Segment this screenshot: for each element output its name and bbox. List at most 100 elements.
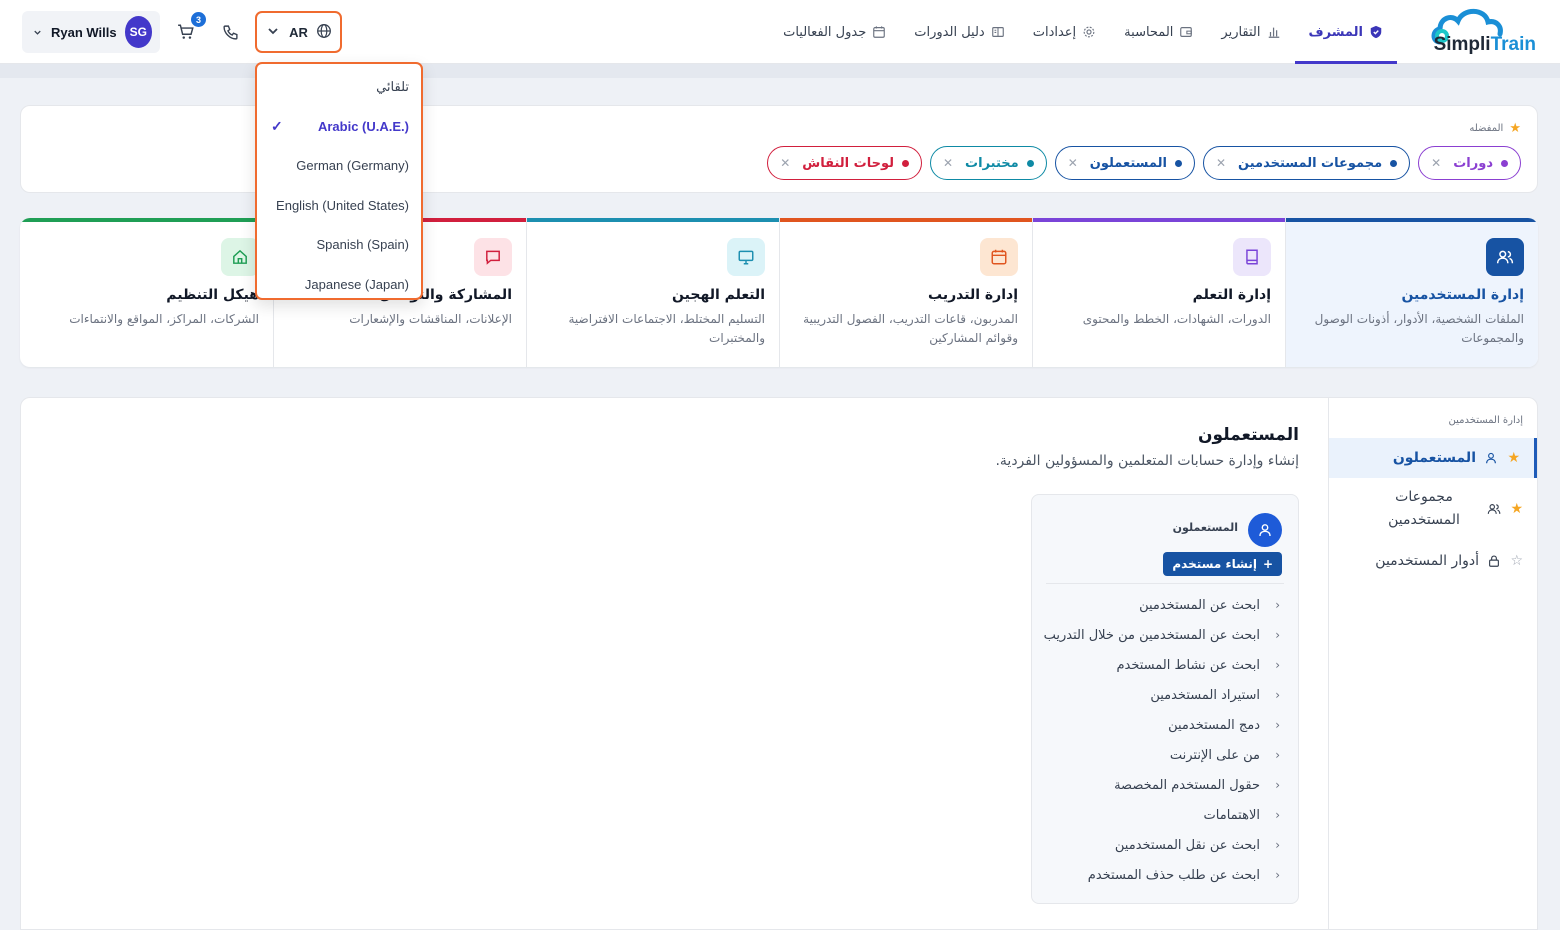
sidebar-item-user-groups[interactable]: ★ مجموعات المستخدمين: [1329, 484, 1537, 534]
chat-icon: [474, 238, 512, 276]
nav-reports[interactable]: التقارير: [1207, 0, 1294, 64]
lang-option-label: Spanish (Spain): [316, 237, 410, 253]
link-find-user-deletion-requests[interactable]: ‹ ابحث عن طلب حذف المستخدم: [1042, 860, 1280, 890]
nav-label: المحاسبة: [1124, 24, 1174, 40]
link-label: من على الإنترنت: [1169, 747, 1260, 763]
nav-admin[interactable]: المشرف: [1294, 0, 1398, 64]
sidebar-item-label: المستعملون: [1392, 450, 1476, 466]
sidebar-item-label: أدوار المستخدمين: [1375, 553, 1479, 569]
nav-label: إعدادات: [1032, 24, 1077, 40]
nav-events-calendar[interactable]: جدول الفعاليات: [769, 0, 900, 64]
lang-option-german[interactable]: German (Germany): [257, 146, 421, 186]
star-icon[interactable]: ★: [1506, 450, 1520, 466]
nav-label: دليل الدورات: [914, 24, 985, 40]
sidebar-item-label: مجموعات المستخدمين: [1388, 489, 1460, 528]
link-interests[interactable]: ‹ الاهتمامات: [1042, 800, 1280, 830]
phone-icon: [222, 24, 238, 40]
category-title: التعلم الهجين: [672, 287, 765, 303]
nav-course-catalog[interactable]: دليل الدورات: [900, 0, 1018, 64]
lang-option-label: تلقائي: [376, 78, 409, 94]
link-label: ابحث عن طلب حذف المستخدم: [1087, 867, 1260, 883]
chip-label: لوحات النقاش: [802, 155, 894, 171]
lang-option-japanese[interactable]: Japanese (Japan): [257, 265, 421, 305]
logo-text: SimpliTrain: [1433, 34, 1536, 55]
monitor-icon: [727, 238, 765, 276]
link-label: ابحث عن المستخدمين: [1139, 597, 1260, 613]
plus-icon: +: [1262, 557, 1273, 571]
link-who-is-online[interactable]: ‹ من على الإنترنت: [1042, 740, 1280, 770]
chip-dot: [1026, 159, 1034, 167]
favorite-chip-users[interactable]: المستعملون ✕: [1054, 146, 1195, 180]
panel-label: المستعملون: [1172, 521, 1238, 534]
close-icon[interactable]: ✕: [1216, 156, 1226, 170]
link-find-user-transfers[interactable]: ‹ ابحث عن نقل المستخدمين: [1042, 830, 1280, 860]
lang-option-arabic[interactable]: Arabic (U.A.E.) ✓: [257, 107, 421, 147]
chevron-left-icon: ‹: [1275, 628, 1280, 642]
link-find-users-by-training[interactable]: ‹ ابحث عن المستخدمين من خلال التدريب: [1042, 620, 1280, 650]
nav-settings[interactable]: إعدادات: [1019, 0, 1110, 64]
users-link-list: ‹ ابحث عن المستخدمين ‹ ابحث عن المستخدمين …: [1042, 590, 1280, 890]
header-shadow-strip: [0, 64, 1560, 78]
book-open-icon: [991, 27, 1004, 37]
close-icon[interactable]: ✕: [1068, 156, 1078, 170]
category-description: المدربون، قاعات التدريب، الفصول التدريبي…: [803, 312, 1018, 345]
create-user-button[interactable]: + إنشاء مستخدم: [1163, 552, 1282, 576]
link-import-users[interactable]: ‹ استيراد المستخدمين: [1042, 680, 1280, 710]
category-title: إدارة التدريب: [928, 287, 1018, 303]
page-title: المستعملون: [1198, 425, 1299, 445]
chevron-left-icon: ‹: [1275, 868, 1280, 882]
language-selector-button[interactable]: AR: [255, 11, 342, 53]
category-organization-structure[interactable]: هيكل التنظيم الشركات، المراكز، المواقع و…: [20, 218, 273, 367]
link-label: ابحث عن المستخدمين من خلال التدريب: [1043, 627, 1260, 643]
chip-label: مجموعات المستخدمين: [1238, 155, 1383, 171]
nav-accounting[interactable]: المحاسبة: [1110, 0, 1207, 64]
users-panel: المستعملون + إنشاء مستخدم ‹ ابحث عن المست…: [1031, 494, 1299, 904]
favorites-chips: دورات ✕ مجموعات المستخدمين ✕ المستعملون …: [767, 146, 1521, 180]
favorite-chip-discussion-boards[interactable]: لوحات النقاش ✕: [767, 146, 922, 180]
category-description: الإعلانات، المناقشات والإشعارات: [349, 312, 512, 326]
lang-option-spanish[interactable]: Spanish (Spain): [257, 225, 421, 265]
lang-option-label: German (Germany): [296, 158, 409, 174]
section-sidebar: إدارة المستخدمين ★ المستعملون ★ مجموعات …: [1328, 398, 1537, 930]
star-outline-icon[interactable]: ☆: [1509, 553, 1523, 569]
category-description: الملفات الشخصية، الأدوار، أذونات الوصول …: [1314, 312, 1524, 345]
chevron-left-icon: ‹: [1275, 778, 1280, 792]
cart-button[interactable]: 3: [174, 12, 206, 44]
category-accent-bar: [780, 218, 1032, 222]
user-menu[interactable]: SG Ryan Wills: [22, 11, 160, 53]
category-training-management[interactable]: إدارة التدريب المدربون، قاعات التدريب، ا…: [779, 218, 1032, 367]
chip-dot: [1174, 159, 1182, 167]
category-user-management[interactable]: إدارة المستخدمين الملفات الشخصية، الأدوا…: [1285, 218, 1538, 367]
wallet-icon: [1180, 27, 1193, 37]
category-accent-bar: [1286, 218, 1538, 222]
sidebar-item-users[interactable]: ★ المستعملون: [1329, 438, 1537, 478]
globe-icon: [316, 23, 332, 42]
close-icon[interactable]: ✕: [943, 156, 953, 170]
link-find-users[interactable]: ‹ ابحث عن المستخدمين: [1042, 590, 1280, 620]
lang-option-auto[interactable]: تلقائي: [257, 67, 421, 107]
link-find-user-activity[interactable]: ‹ ابحث عن نشاط المستخدم: [1042, 650, 1280, 680]
chevron-down-icon: [32, 23, 43, 42]
favorite-chip-user-groups[interactable]: مجموعات المستخدمين ✕: [1202, 146, 1411, 180]
lang-option-label: Arabic (U.A.E.): [317, 118, 409, 134]
favorite-chip-courses[interactable]: دورات ✕: [1418, 146, 1521, 180]
lang-option-english[interactable]: English (United States): [257, 186, 421, 226]
phone-button[interactable]: [218, 20, 242, 44]
close-icon[interactable]: ✕: [780, 156, 790, 170]
category-description: التسليم المختلط، الاجتماعات الافتراضية و…: [568, 312, 765, 345]
category-learning-management[interactable]: إدارة التعلم الدورات، الشهادات، الخطط وا…: [1032, 218, 1285, 367]
link-label: الاهتمامات: [1203, 807, 1260, 823]
category-accent-bar: [527, 218, 779, 222]
star-icon[interactable]: ★: [1509, 498, 1523, 521]
category-title: إدارة التعلم: [1192, 287, 1271, 303]
link-custom-user-fields[interactable]: ‹ حقول المستخدم المخصصة: [1042, 770, 1280, 800]
link-merge-users[interactable]: ‹ دمج المستخدمين: [1042, 710, 1280, 740]
star-icon: ★: [1509, 121, 1521, 136]
favorite-chip-labs[interactable]: مختبرات ✕: [929, 146, 1047, 180]
chevron-left-icon: ‹: [1275, 808, 1280, 822]
simplitrain-logo[interactable]: SimpliTrain: [1414, 4, 1536, 60]
sidebar-item-user-roles[interactable]: ☆ أدوار المستخدمين: [1329, 544, 1537, 578]
close-icon[interactable]: ✕: [1431, 156, 1441, 170]
category-blended-learning[interactable]: التعلم الهجين التسليم المختلط، الاجتماعا…: [526, 218, 779, 367]
chevron-left-icon: ‹: [1275, 748, 1280, 762]
